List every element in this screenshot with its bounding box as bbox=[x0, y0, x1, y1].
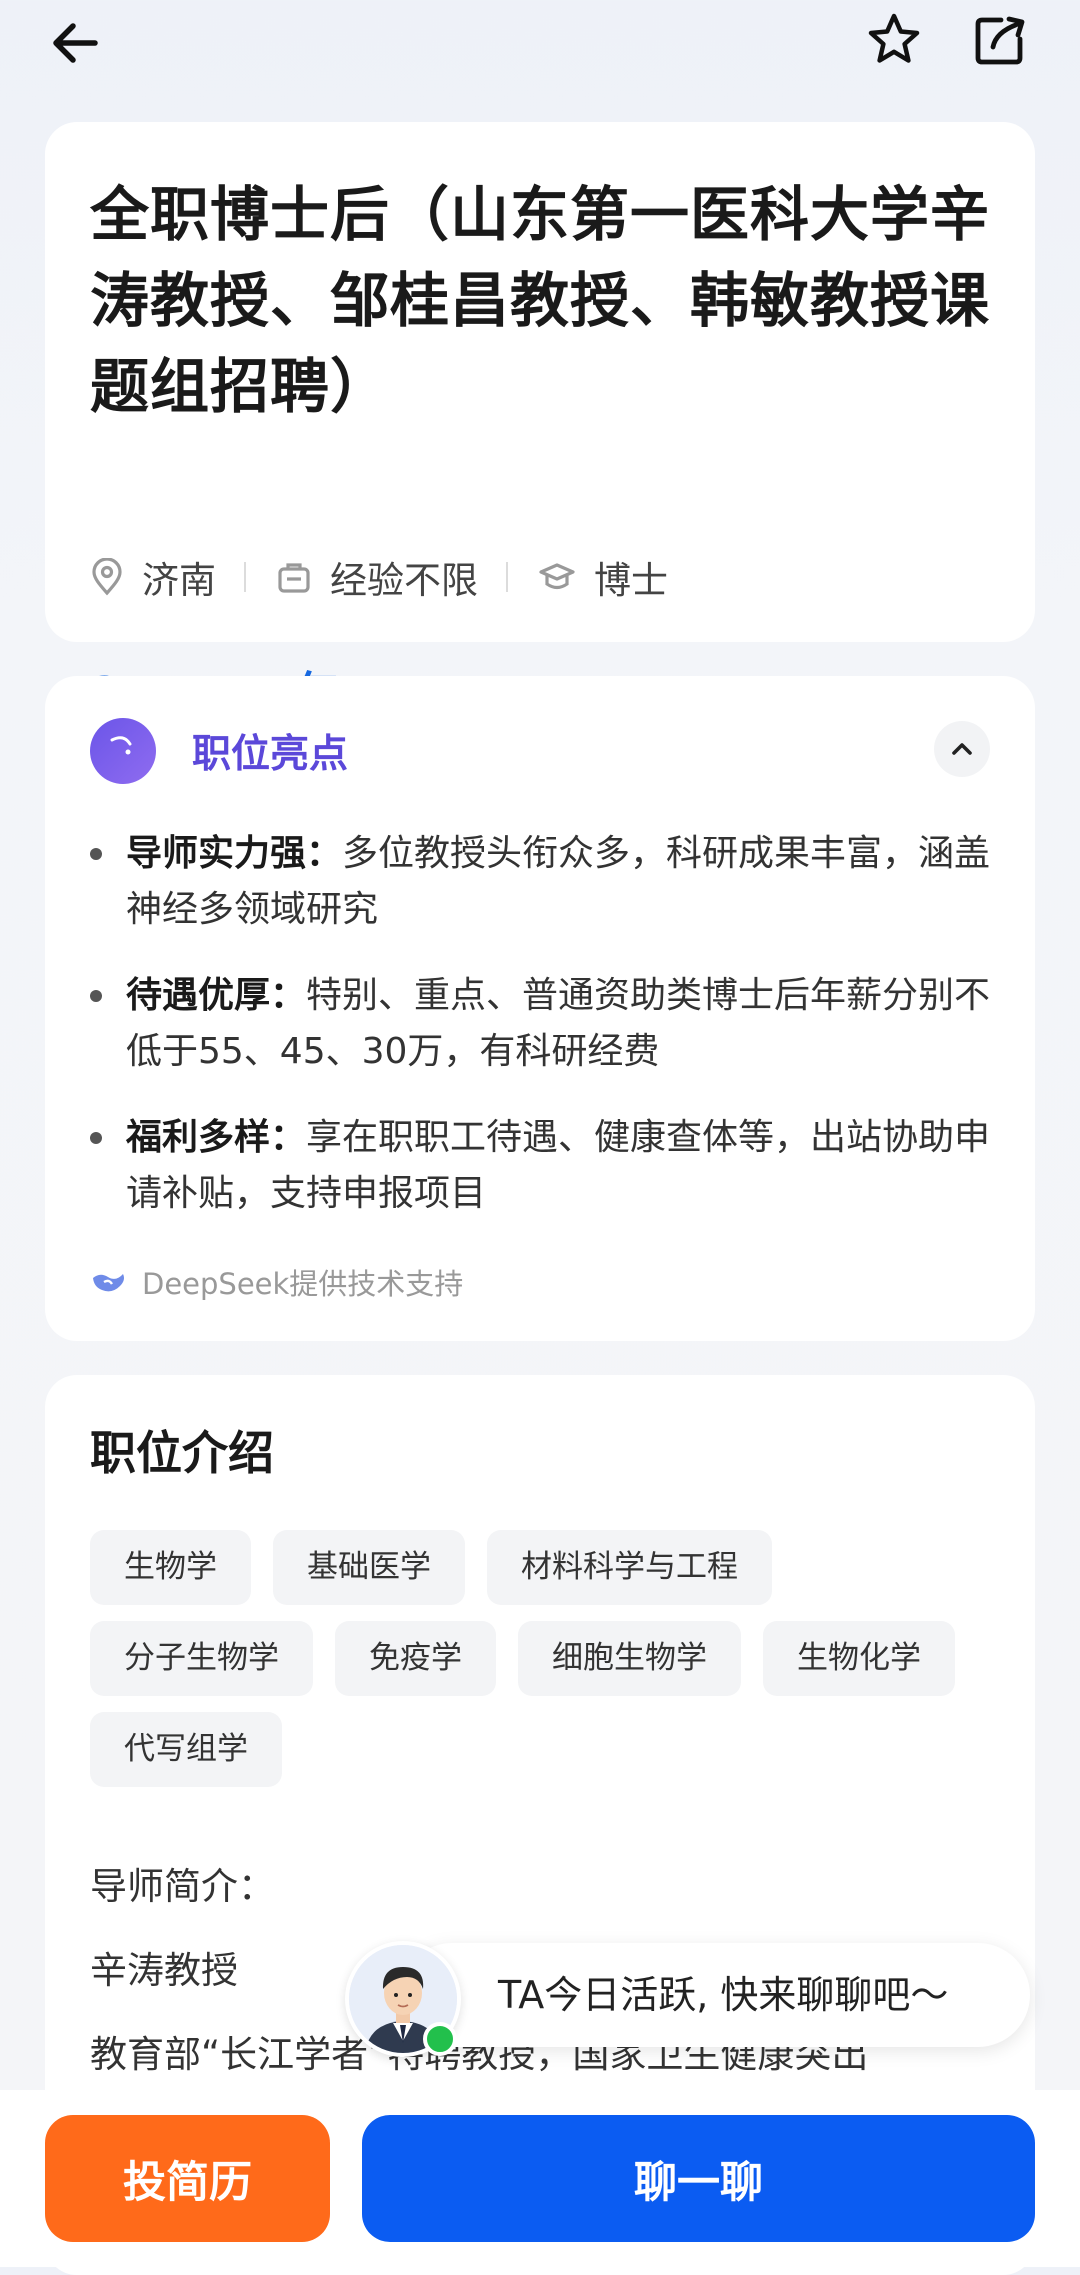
star-icon bbox=[868, 13, 920, 63]
job-education: 博士 bbox=[538, 550, 668, 604]
highlight-label: 导师实力强： bbox=[126, 833, 343, 874]
tag: 生物学 bbox=[90, 1530, 251, 1605]
bullet-dot bbox=[90, 990, 102, 1002]
highlight-label: 福利多样： bbox=[126, 1117, 307, 1158]
online-status-dot bbox=[423, 2022, 457, 2056]
tag: 分子生物学 bbox=[90, 1621, 313, 1696]
activity-toast[interactable]: TA今日活跃, 快来聊聊吧～ bbox=[345, 1941, 1030, 2057]
experience-label: 经验不限 bbox=[330, 559, 478, 602]
toast-text: TA今日活跃, 快来聊聊吧～ bbox=[498, 1973, 949, 2017]
bullet-dot bbox=[90, 1132, 102, 1144]
highlights-title: 职位亮点 bbox=[192, 732, 349, 777]
back-button[interactable] bbox=[40, 8, 110, 78]
bottom-action-bar: 投简历 聊一聊 bbox=[0, 2090, 1080, 2267]
powered-by-label: DeepSeek提供技术支持 bbox=[142, 1267, 464, 1301]
job-meta: 济南 经验不限 博士 bbox=[90, 552, 668, 602]
list-item: 福利多样：享在职职工待遇、健康查体等，出站协助申请补贴，支持申报项目 bbox=[90, 1110, 1010, 1222]
tag: 生物化学 bbox=[763, 1621, 955, 1696]
job-header-card: 全职博士后（山东第一医科大学辛涛教授、邹桂昌教授、韩敏教授课题组招聘） 济南 经… bbox=[45, 122, 1035, 719]
ai-logo-icon bbox=[90, 718, 156, 784]
job-experience: 经验不限 bbox=[276, 550, 478, 604]
back-arrow-icon bbox=[53, 23, 98, 63]
job-title: 全职博士后（山东第一医科大学辛涛教授、邹桂昌教授、韩敏教授课题组招聘） bbox=[90, 180, 991, 421]
favorite-button[interactable] bbox=[858, 4, 930, 76]
tag: 免疫学 bbox=[335, 1621, 496, 1696]
tag: 细胞生物学 bbox=[518, 1621, 741, 1696]
meta-divider bbox=[244, 562, 246, 592]
tag-list: 生物学 基础医学 材料科学与工程 分子生物学 免疫学 细胞生物学 生物化学 代写… bbox=[90, 1530, 1010, 1803]
top-bar bbox=[0, 0, 1080, 90]
list-item: 导师实力强：多位教授头衔众多，科研成果丰富，涵盖神经多领域研究 bbox=[90, 826, 1010, 938]
share-button[interactable] bbox=[964, 4, 1036, 76]
graduation-cap-icon bbox=[539, 563, 575, 590]
job-location: 济南 bbox=[90, 550, 216, 604]
deepseek-whale-icon bbox=[93, 1274, 124, 1292]
apply-resume-button[interactable]: 投简历 bbox=[45, 2115, 330, 2242]
location-pin-icon bbox=[92, 558, 122, 596]
tag: 基础医学 bbox=[273, 1530, 465, 1605]
bullet-dot bbox=[90, 848, 102, 860]
list-item: 待遇优厚：特别、重点、普通资助类博士后年薪分别不低于55、45、30万，有科研经… bbox=[90, 968, 1010, 1080]
highlights-card: 职位亮点 导师实力强：多位教授头衔众多，科研成果丰富，涵盖神经多领域研究 待遇优… bbox=[45, 676, 1035, 1341]
highlight-label: 待遇优厚： bbox=[126, 975, 307, 1016]
powered-by: DeepSeek提供技术支持 bbox=[90, 1261, 463, 1303]
highlights-list: 导师实力强：多位教授头衔众多，科研成果丰富，涵盖神经多领域研究 待遇优厚：特别、… bbox=[90, 826, 1010, 1252]
meta-divider bbox=[506, 562, 508, 592]
section-title: 职位介绍 bbox=[90, 1426, 274, 1480]
highlights-header: 职位亮点 bbox=[90, 716, 348, 786]
chat-button[interactable]: 聊一聊 bbox=[362, 2115, 1035, 2242]
chevron-up-icon bbox=[952, 743, 972, 755]
collapse-button[interactable] bbox=[934, 721, 990, 777]
share-icon bbox=[975, 16, 1025, 65]
education-label: 博士 bbox=[594, 559, 668, 602]
location-label: 济南 bbox=[142, 559, 216, 602]
tag: 代写组学 bbox=[90, 1712, 282, 1787]
briefcase-icon bbox=[278, 563, 310, 593]
body-line: 导师简介： bbox=[90, 1865, 275, 1908]
tag: 材料科学与工程 bbox=[487, 1530, 772, 1605]
